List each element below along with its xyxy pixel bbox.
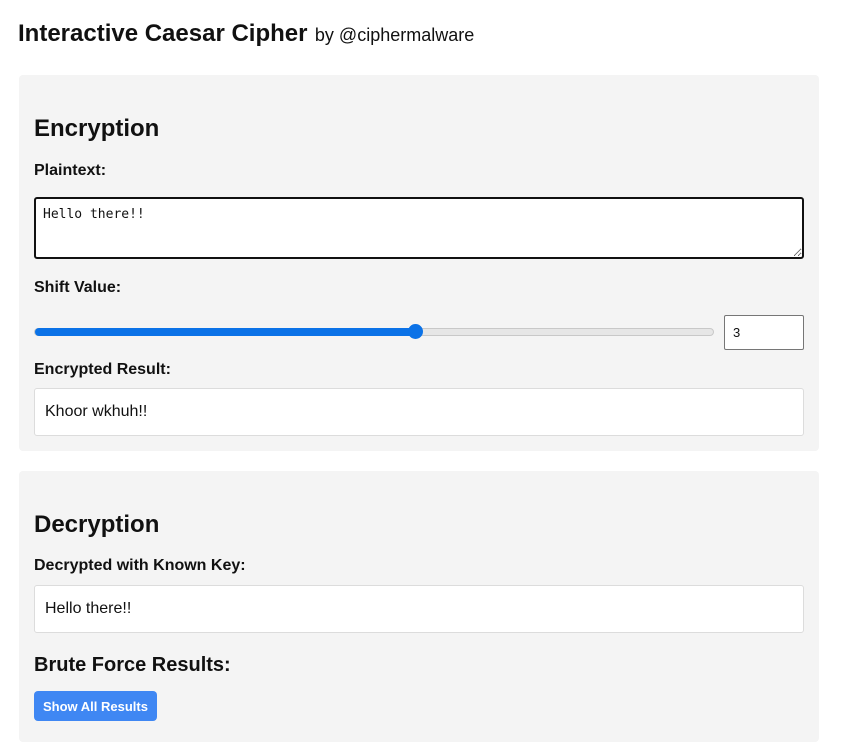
encryption-section: Encryption Plaintext: Shift Value: Encry…	[19, 75, 819, 451]
shift-value-input[interactable]	[724, 315, 804, 350]
encryption-heading: Encryption	[34, 115, 160, 142]
plaintext-input[interactable]	[34, 197, 804, 259]
decryption-heading: Decryption	[34, 511, 160, 538]
page-byline: by @ciphermalware	[314, 25, 475, 45]
shift-value-label: Shift Value:	[34, 279, 122, 296]
encrypted-result-box: Khoor wkhuh!!	[34, 388, 804, 436]
show-all-results-button[interactable]: Show All Results	[34, 691, 157, 721]
page-header: Interactive Caesar Cipher by @ciphermalw…	[18, 20, 474, 48]
shift-slider-fill	[35, 328, 416, 336]
shift-slider-track[interactable]	[34, 328, 714, 336]
page-title: Interactive Caesar Cipher	[18, 20, 308, 47]
shift-slider-thumb[interactable]	[408, 324, 423, 339]
brute-force-heading: Brute Force Results:	[34, 654, 231, 676]
known-key-result-box: Hello there!!	[34, 585, 804, 633]
plaintext-label: Plaintext:	[34, 162, 107, 179]
encrypted-result-label: Encrypted Result:	[34, 361, 171, 378]
known-key-label: Decrypted with Known Key:	[34, 557, 246, 574]
decryption-section: Decryption Decrypted with Known Key: Hel…	[19, 471, 819, 742]
